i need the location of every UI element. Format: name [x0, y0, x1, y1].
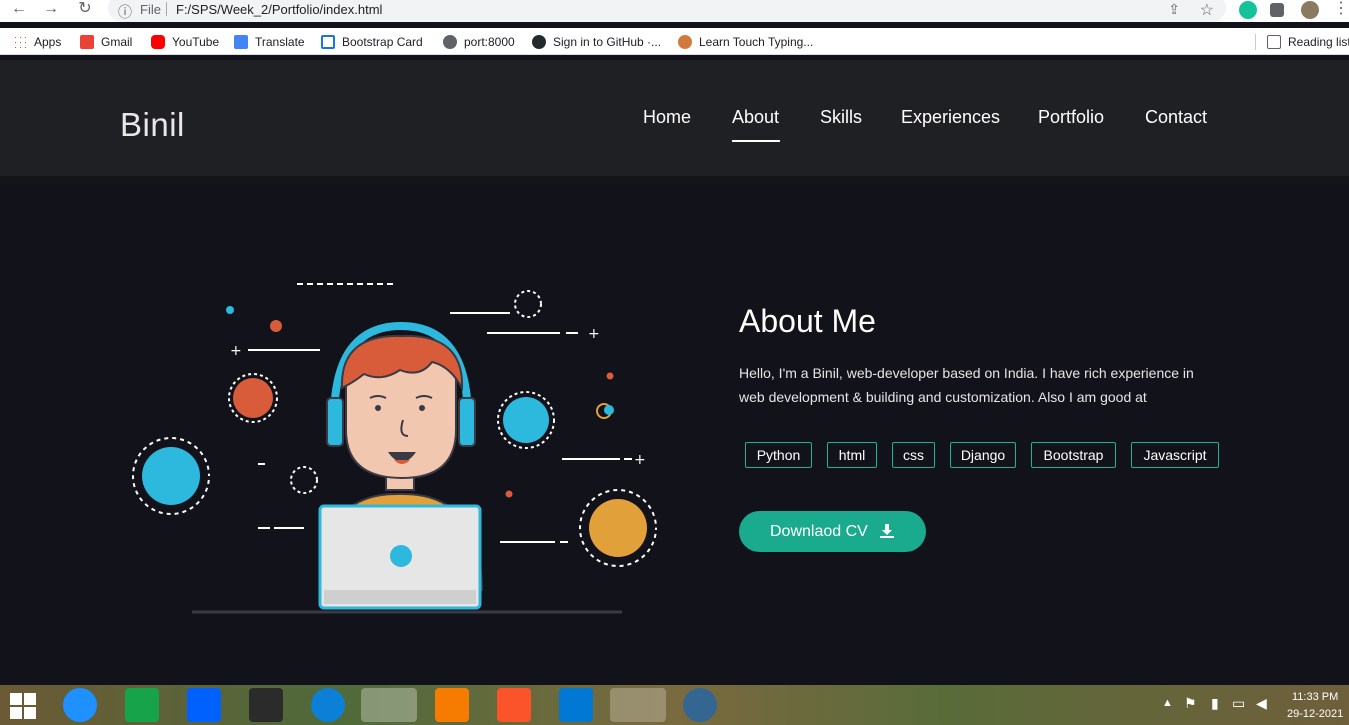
bookmark-label: Learn Touch Typing... [699, 35, 814, 49]
postgresql-icon[interactable] [683, 688, 717, 722]
bookmark-gmail[interactable]: Gmail [80, 33, 132, 51]
back-icon[interactable]: ← [8, 0, 30, 20]
nav-contact[interactable]: Contact [1145, 107, 1207, 128]
bookmark-apps[interactable]: Apps [13, 33, 61, 51]
reading-list[interactable]: Reading list [1267, 33, 1349, 51]
download-cv-button[interactable]: Downlaod CV [739, 511, 926, 552]
nav-skills[interactable]: Skills [820, 107, 862, 128]
typing-mascot-icon [678, 35, 692, 49]
apps-grid-icon [13, 35, 27, 49]
windows-taskbar: ▲ ⚑ ▮ ▭ ◀ 11:33 PM 29-12-2021 [0, 685, 1349, 725]
bookmark-github[interactable]: Sign in to GitHub ·... [532, 33, 661, 51]
color-app-icon[interactable] [249, 688, 283, 722]
bookmark-label: port:8000 [464, 35, 515, 49]
bookmark-youtube[interactable]: YouTube [151, 33, 219, 51]
browser-address-row: ← → ↻ ⓘ File F:/SPS/Week_2/Portfolio/ind… [0, 0, 1349, 22]
nav-experiences[interactable]: Experiences [901, 107, 1000, 128]
translate-icon [234, 35, 248, 49]
xampp-icon[interactable] [435, 688, 469, 722]
network-icon[interactable]: ▭ [1232, 695, 1245, 712]
action-center-flag-icon[interactable]: ⚑ [1184, 695, 1197, 712]
address-bar[interactable]: ⓘ File F:/SPS/Week_2/Portfolio/index.htm… [108, 0, 1226, 22]
nav-about[interactable]: About [732, 107, 779, 128]
url-scheme: File [140, 2, 161, 17]
dropbox-icon[interactable] [187, 688, 221, 722]
bookmark-translate[interactable]: Translate [234, 33, 305, 51]
download-icon [880, 524, 894, 538]
bookmark-bootstrap-card[interactable]: Bootstrap Card [321, 33, 423, 51]
bookmark-label: Bootstrap Card [342, 35, 423, 49]
edge-browser-icon[interactable] [311, 688, 345, 722]
globe-icon [443, 35, 457, 49]
brave-browser-icon[interactable] [497, 688, 531, 722]
svg-text:+: + [588, 326, 600, 342]
bookmark-label: Sign in to GitHub ·... [553, 35, 662, 49]
about-description: Hello, I'm a Binil, web-developer based … [739, 365, 1194, 405]
bookmarks-bar: Apps Gmail YouTube Translate Bootstrap C… [0, 28, 1349, 55]
download-cv-label: Downlaod CV [770, 523, 868, 540]
bookmark-label: Translate [255, 35, 305, 49]
vscode-icon[interactable] [559, 688, 593, 722]
site-brand[interactable]: Binil [120, 106, 185, 144]
share-icon[interactable]: ⇪ [1168, 1, 1180, 18]
profile-avatar[interactable] [1301, 1, 1319, 19]
internet-explorer-icon[interactable] [63, 688, 97, 722]
bookmark-touch-typing[interactable]: Learn Touch Typing... [678, 33, 813, 51]
grammarly-extension-icon[interactable] [1239, 1, 1257, 19]
windows-start-icon[interactable] [10, 693, 36, 719]
forward-icon[interactable]: → [40, 0, 62, 20]
github-icon [532, 35, 546, 49]
chrome-icon[interactable] [610, 688, 666, 722]
skill-tag-html: html [827, 442, 877, 468]
bookmark-label: YouTube [172, 35, 220, 49]
volume-icon[interactable]: ◀ [1256, 695, 1267, 712]
nav-active-underline [732, 140, 780, 142]
bootstrap-card-icon [321, 35, 335, 49]
nav-home[interactable]: Home [643, 107, 691, 128]
youtube-icon [151, 35, 165, 49]
browser-menu-icon[interactable]: ⋮ [1330, 0, 1349, 20]
reading-list-icon [1267, 35, 1281, 49]
clock-date[interactable]: 29-12-2021 [1287, 708, 1343, 720]
header-bottom-strip [0, 176, 1349, 183]
nav-portfolio[interactable]: Portfolio [1038, 107, 1104, 128]
skill-tag-python: Python [745, 442, 812, 468]
bookmark-label: Apps [34, 35, 62, 49]
bookmarks-divider [1255, 34, 1256, 50]
skill-tag-bootstrap: Bootstrap [1031, 442, 1116, 468]
site-info-icon[interactable]: ⓘ [118, 2, 132, 22]
file-explorer-icon[interactable] [361, 688, 417, 722]
skill-tag-css: css [892, 442, 935, 468]
reload-icon[interactable]: ↻ [74, 0, 96, 20]
url-divider [166, 2, 167, 16]
bookmark-port-8000[interactable]: port:8000 [443, 33, 515, 51]
gmail-icon [80, 35, 94, 49]
svg-text:+: + [634, 452, 646, 468]
extensions-puzzle-icon[interactable] [1270, 3, 1284, 17]
about-title: About Me [739, 303, 876, 339]
skill-tag-django: Django [950, 442, 1016, 468]
battery-icon[interactable]: ▮ [1211, 695, 1219, 712]
developer-illustration: + + + [132, 283, 657, 614]
url-text[interactable]: F:/SPS/Week_2/Portfolio/index.html [176, 2, 382, 17]
bookmark-label: Gmail [101, 35, 133, 49]
microsoft-store-icon[interactable] [125, 688, 159, 722]
reading-list-label: Reading list [1288, 35, 1349, 49]
skill-tag-javascript: Javascript [1131, 442, 1219, 468]
clock-time[interactable]: 11:33 PM [1292, 691, 1338, 703]
tray-overflow-icon[interactable]: ▲ [1162, 697, 1173, 709]
bookmark-star-icon[interactable]: ☆ [1200, 0, 1214, 20]
svg-text:+: + [230, 343, 242, 359]
